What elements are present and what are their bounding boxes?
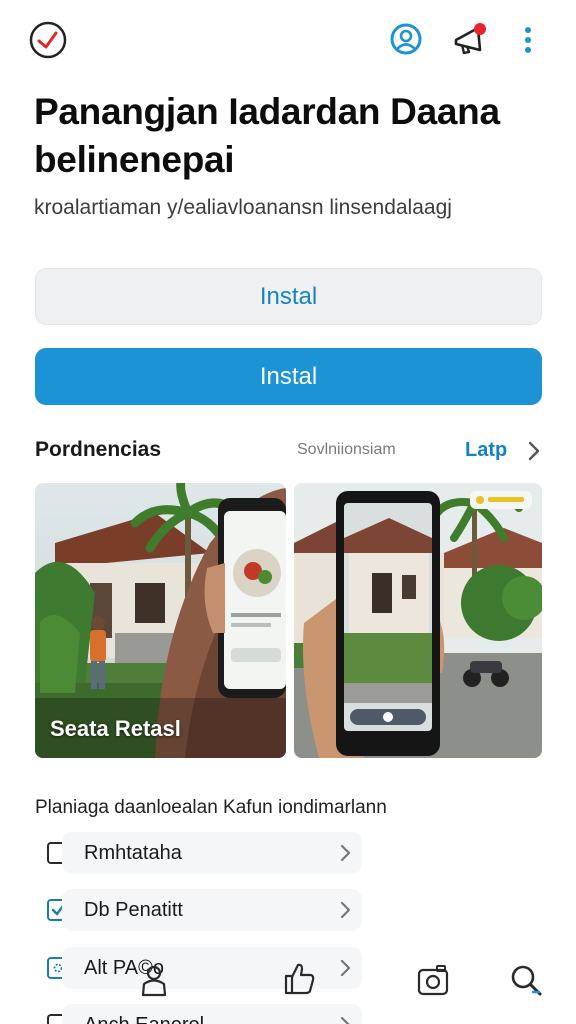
chevron-right-icon: [340, 901, 351, 919]
more-button[interactable]: [512, 20, 544, 60]
page-subtitle: kroalartiaman y/ealiavloanansn linsendal…: [34, 196, 452, 219]
section-title: Pordnencias: [35, 438, 162, 461]
chevron-right-icon: [340, 1016, 350, 1024]
recommendation-card[interactable]: [294, 483, 542, 758]
more-vertical-icon: [525, 27, 531, 53]
section-header: Pordnencias Sovlniionsiam Latp: [35, 436, 545, 466]
chevron-right-icon: [340, 959, 351, 977]
chevron-right-icon: [340, 844, 351, 862]
camera-icon[interactable]: [415, 962, 451, 998]
page-title: Panangjan Iadardan Daana belinenepai: [34, 91, 500, 180]
back-check-button[interactable]: [28, 20, 68, 60]
top-bar: [0, 0, 576, 80]
search-icon[interactable]: [508, 962, 544, 998]
section-link[interactable]: Latp: [465, 439, 507, 462]
megaphone-icon: [454, 23, 486, 55]
list-title: Planiaga daanloealan Kafun iondimarlann: [35, 797, 387, 818]
chat-button[interactable]: [386, 20, 426, 60]
card-caption: Seata Retasl: [50, 716, 181, 741]
list-item[interactable]: Anch Eanerol: [62, 1004, 362, 1024]
chevron-right-icon[interactable]: [523, 438, 545, 464]
list-item-label: Db Penatitt: [84, 899, 183, 921]
list-item[interactable]: Rmhtataha: [62, 832, 362, 874]
install-secondary-button[interactable]: Instal: [35, 268, 542, 325]
back-check-icon: [29, 21, 67, 59]
user-icon[interactable]: [136, 962, 172, 998]
list-item[interactable]: Db Penatitt: [62, 889, 362, 931]
thumbs-up-icon[interactable]: [281, 960, 317, 996]
list-item-label: Rmhtataha: [84, 842, 182, 864]
recommendation-card[interactable]: Seata Retasl: [35, 483, 286, 758]
section-subtext: Sovlniionsiam: [297, 441, 396, 458]
list-item-label: Anch Eanerol: [84, 1014, 204, 1024]
notification-dot: [474, 23, 486, 35]
install-primary-button[interactable]: Instal: [35, 348, 542, 405]
announcements-button[interactable]: [450, 20, 490, 60]
chat-icon: [390, 23, 422, 55]
phone-camera-house-image: [294, 483, 542, 758]
list-item[interactable]: Alt PA©o: [62, 947, 362, 989]
